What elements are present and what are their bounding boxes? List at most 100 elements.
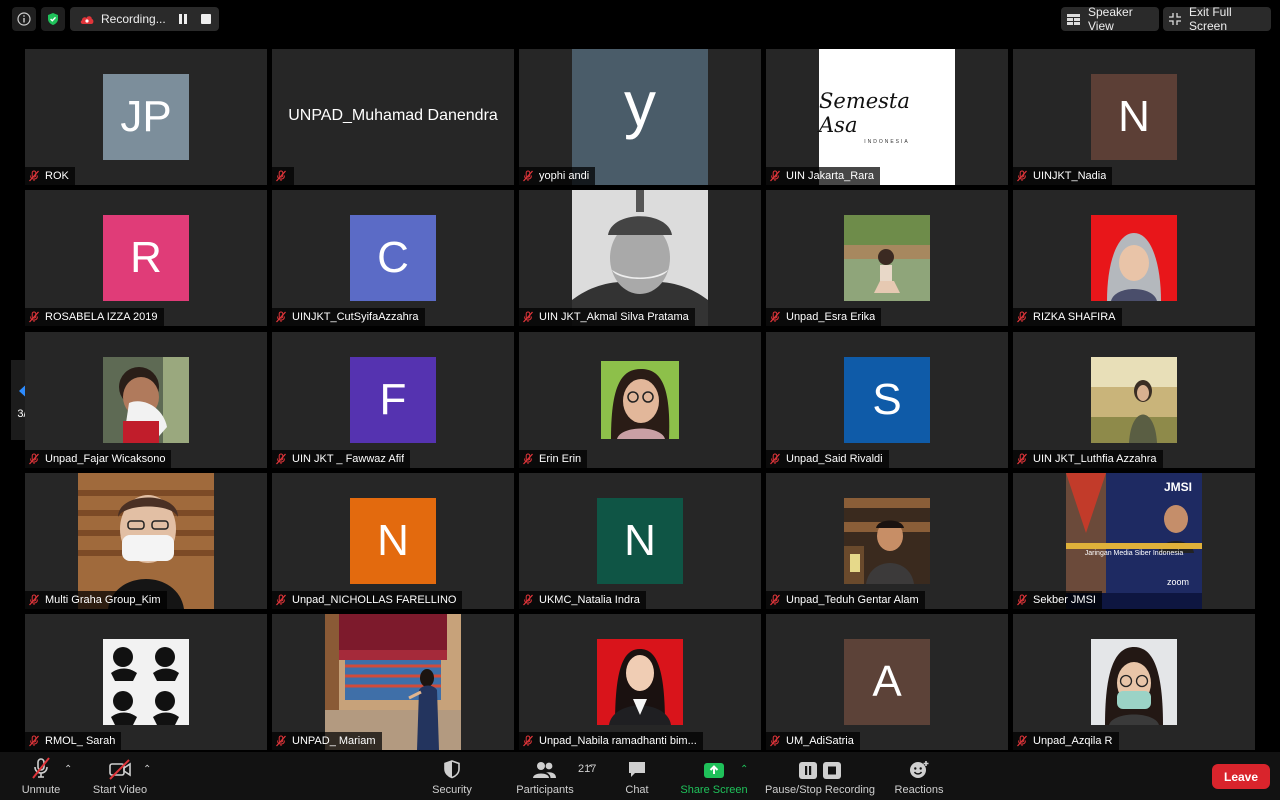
participant-name: yophi andi (539, 170, 590, 182)
participant-name-label: ROSABELA IZZA 2019 (25, 308, 164, 326)
participant-name: RIZKA SHAFIRA (1033, 311, 1116, 323)
participant-tile[interactable]: RIZKA SHAFIRA (1013, 190, 1255, 326)
participant-tile[interactable]: UNPAD_ Mariam (272, 614, 514, 750)
unmute-label: Unmute (21, 784, 61, 796)
participant-tile[interactable]: N UKMC_Natalia Indra (519, 473, 761, 609)
participant-avatar: S (844, 357, 930, 443)
participant-tile[interactable]: UIN JKT_Akmal Silva Pratama (519, 190, 761, 326)
participants-label: Participants (516, 784, 574, 796)
participant-avatar: C (350, 215, 436, 301)
mic-muted-icon (521, 593, 535, 607)
participant-tile[interactable]: Multi Graha Group_Kim (25, 473, 267, 609)
share-screen-icon (702, 752, 726, 780)
participant-name-label: Unpad_Nabila ramadhanti bim... (519, 732, 703, 750)
participant-name-label: UIN JKT _ Fawwaz Afif (272, 450, 411, 468)
participant-tile[interactable]: Unpad_Fajar Wicaksono (25, 332, 267, 468)
participant-name: Sekber JMSI (1033, 594, 1096, 606)
unmute-button[interactable]: Unmute (18, 752, 64, 800)
mic-muted-icon (274, 169, 288, 183)
participant-name-label: UINJKT_CutSyifaAzzahra (272, 308, 425, 326)
mic-muted-icon (768, 169, 782, 183)
participant-tile[interactable]: Erin Erin (519, 332, 761, 468)
logo-wordmark: Semesta Asa (819, 89, 910, 137)
participant-photo (1091, 215, 1177, 301)
security-label: Security (432, 784, 472, 796)
stop-recording-icon[interactable] (200, 13, 212, 25)
speaker-view-button[interactable]: Speaker View (1061, 5, 1159, 33)
pause-recording-icon[interactable] (177, 13, 189, 25)
participant-avatar: JP (103, 74, 189, 160)
participant-tile[interactable]: N UINJKT_Nadia (1013, 49, 1255, 185)
leave-button[interactable]: Leave (1212, 764, 1270, 789)
participant-name-label: ROK (25, 167, 75, 185)
participant-name: UNPAD_ Mariam (292, 735, 376, 747)
participant-name: UIN JKT _ Fawwaz Afif (292, 453, 405, 465)
participant-photo (103, 639, 189, 725)
participant-tile[interactable]: JP ROK (25, 49, 267, 185)
participant-photo (597, 639, 683, 725)
participant-tile[interactable]: S Unpad_Said Rivaldi (766, 332, 1008, 468)
participant-tile[interactable]: Unpad_Azqila R (1013, 614, 1255, 750)
meeting-toolbar: Unmute ⌃ Start Video ⌃ Security 217 Part… (0, 752, 1280, 800)
share-screen-button[interactable]: Share Screen (680, 752, 748, 800)
participant-name-label: UM_AdiSatria (766, 732, 860, 750)
participant-name-label (272, 167, 294, 185)
start-video-button[interactable]: Start Video (88, 752, 152, 800)
participant-name: Erin Erin (539, 453, 582, 465)
participant-photo (1091, 357, 1177, 443)
participant-tile[interactable]: N Unpad_NICHOLLAS FARELLINO (272, 473, 514, 609)
participant-tile[interactable]: JMSI Jaringan Media Siber Indonesia zoom Se… (1013, 473, 1255, 609)
mic-muted-icon (29, 752, 53, 780)
participant-tile[interactable]: R ROSABELA IZZA 2019 (25, 190, 267, 326)
participant-name: Multi Graha Group_Kim (45, 594, 161, 606)
logo-subtitle: INDONESIA (864, 139, 910, 145)
video-off-icon (107, 752, 133, 780)
participant-photo (78, 473, 214, 609)
mic-muted-icon (27, 310, 41, 324)
participant-tile[interactable]: UIN JKT_Luthfia Azzahra (1013, 332, 1255, 468)
recording-label: Recording... (101, 12, 166, 26)
svg-text:JMSI: JMSI (1164, 480, 1192, 494)
participants-icon: 217 (532, 752, 596, 780)
participant-name: UINJKT_CutSyifaAzzahra (292, 311, 419, 323)
participant-name-label: UIN Jakarta_Rara (766, 167, 881, 185)
participant-tile[interactable]: F UIN JKT _ Fawwaz Afif (272, 332, 514, 468)
reactions-button[interactable]: Reactions (892, 752, 946, 800)
info-icon[interactable] (12, 7, 36, 31)
chat-bubble-icon (626, 752, 648, 780)
participant-tile[interactable]: RMOL_ Sarah (25, 614, 267, 750)
top-bar: Recording... Speaker View Exit Full Scre… (0, 0, 1280, 38)
video-options-caret-icon[interactable]: ⌃ (143, 764, 151, 775)
share-screen-label: Share Screen (680, 784, 748, 796)
participant-tile[interactable]: y yophi andi (519, 49, 761, 185)
shield-icon[interactable] (41, 7, 65, 31)
participant-tile[interactable]: A UM_AdiSatria (766, 614, 1008, 750)
pause-stop-recording-button[interactable]: Pause/Stop Recording (762, 752, 878, 800)
participant-name-label: Multi Graha Group_Kim (25, 591, 167, 609)
audio-options-caret-icon[interactable]: ⌃ (64, 764, 72, 775)
participant-name-label: UIN JKT_Akmal Silva Pratama (519, 308, 695, 326)
chat-button[interactable]: Chat (620, 752, 654, 800)
mic-muted-icon (1015, 593, 1029, 607)
security-button[interactable]: Security (426, 752, 478, 800)
participant-name: UINJKT_Nadia (1033, 170, 1107, 182)
mic-muted-icon (274, 452, 288, 466)
participant-name: Unpad_Said Rivaldi (786, 453, 883, 465)
share-options-caret-icon[interactable]: ⌃ (740, 764, 748, 775)
participant-avatar: R (103, 215, 189, 301)
participant-tile[interactable]: Unpad_Nabila ramadhanti bim... (519, 614, 761, 750)
exit-fullscreen-button[interactable]: Exit Full Screen (1163, 5, 1271, 33)
participant-name: ROSABELA IZZA 2019 (45, 311, 158, 323)
participants-options-caret-icon[interactable]: ⌃ (586, 764, 594, 775)
participant-tile[interactable]: Unpad_Teduh Gentar Alam (766, 473, 1008, 609)
participants-button[interactable]: 217 Participants (512, 752, 596, 800)
participant-tile[interactable]: UNPAD_Muhamad Danendra (272, 49, 514, 185)
participant-avatar: F (350, 357, 436, 443)
participant-tile[interactable]: Unpad_Esra Erika (766, 190, 1008, 326)
participant-name-label: RMOL_ Sarah (25, 732, 122, 750)
participant-photo (1091, 639, 1177, 725)
mic-muted-icon (27, 452, 41, 466)
mic-muted-icon (768, 310, 782, 324)
participant-tile[interactable]: C UINJKT_CutSyifaAzzahra (272, 190, 514, 326)
participant-tile[interactable]: Semesta Asa INDONESIA UIN Jakarta_Rara (766, 49, 1008, 185)
